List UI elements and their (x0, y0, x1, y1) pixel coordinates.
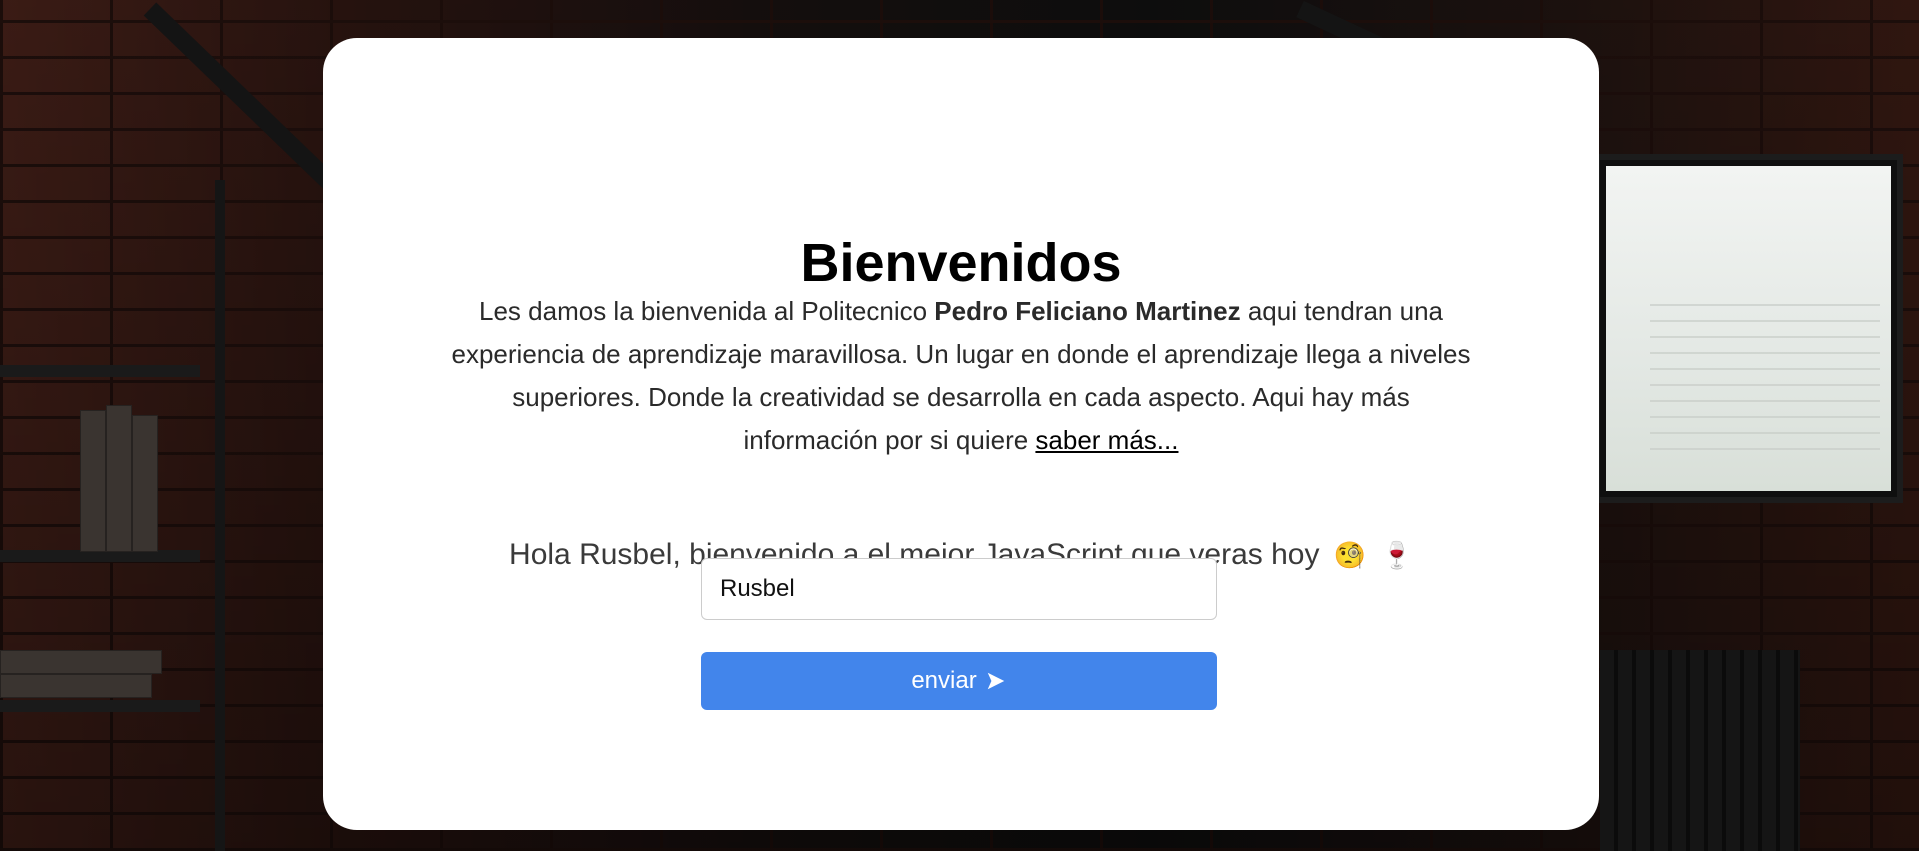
welcome-paragraph: Les damos la bienvenida al Politecnico P… (443, 290, 1479, 462)
name-input[interactable] (701, 558, 1217, 620)
wine-glass-emoji-icon: 🍷 (1380, 541, 1413, 571)
bookshelf (0, 180, 225, 851)
send-button-label: enviar (911, 667, 977, 694)
saber-mas-link[interactable]: saber más... (1035, 425, 1178, 455)
send-arrow-icon (987, 672, 1004, 690)
radiator (1600, 650, 1800, 851)
intro-text-start: Les damos la bienvenida al Politecnico (479, 296, 935, 326)
welcome-card: Bienvenidos Les damos la bienvenida al P… (323, 38, 1599, 830)
page-title: Bienvenidos (800, 233, 1122, 293)
monocle-face-emoji-icon: 🧐 (1333, 541, 1367, 571)
send-button[interactable]: enviar (701, 652, 1217, 710)
institution-name: Pedro Feliciano Martinez (934, 296, 1241, 326)
